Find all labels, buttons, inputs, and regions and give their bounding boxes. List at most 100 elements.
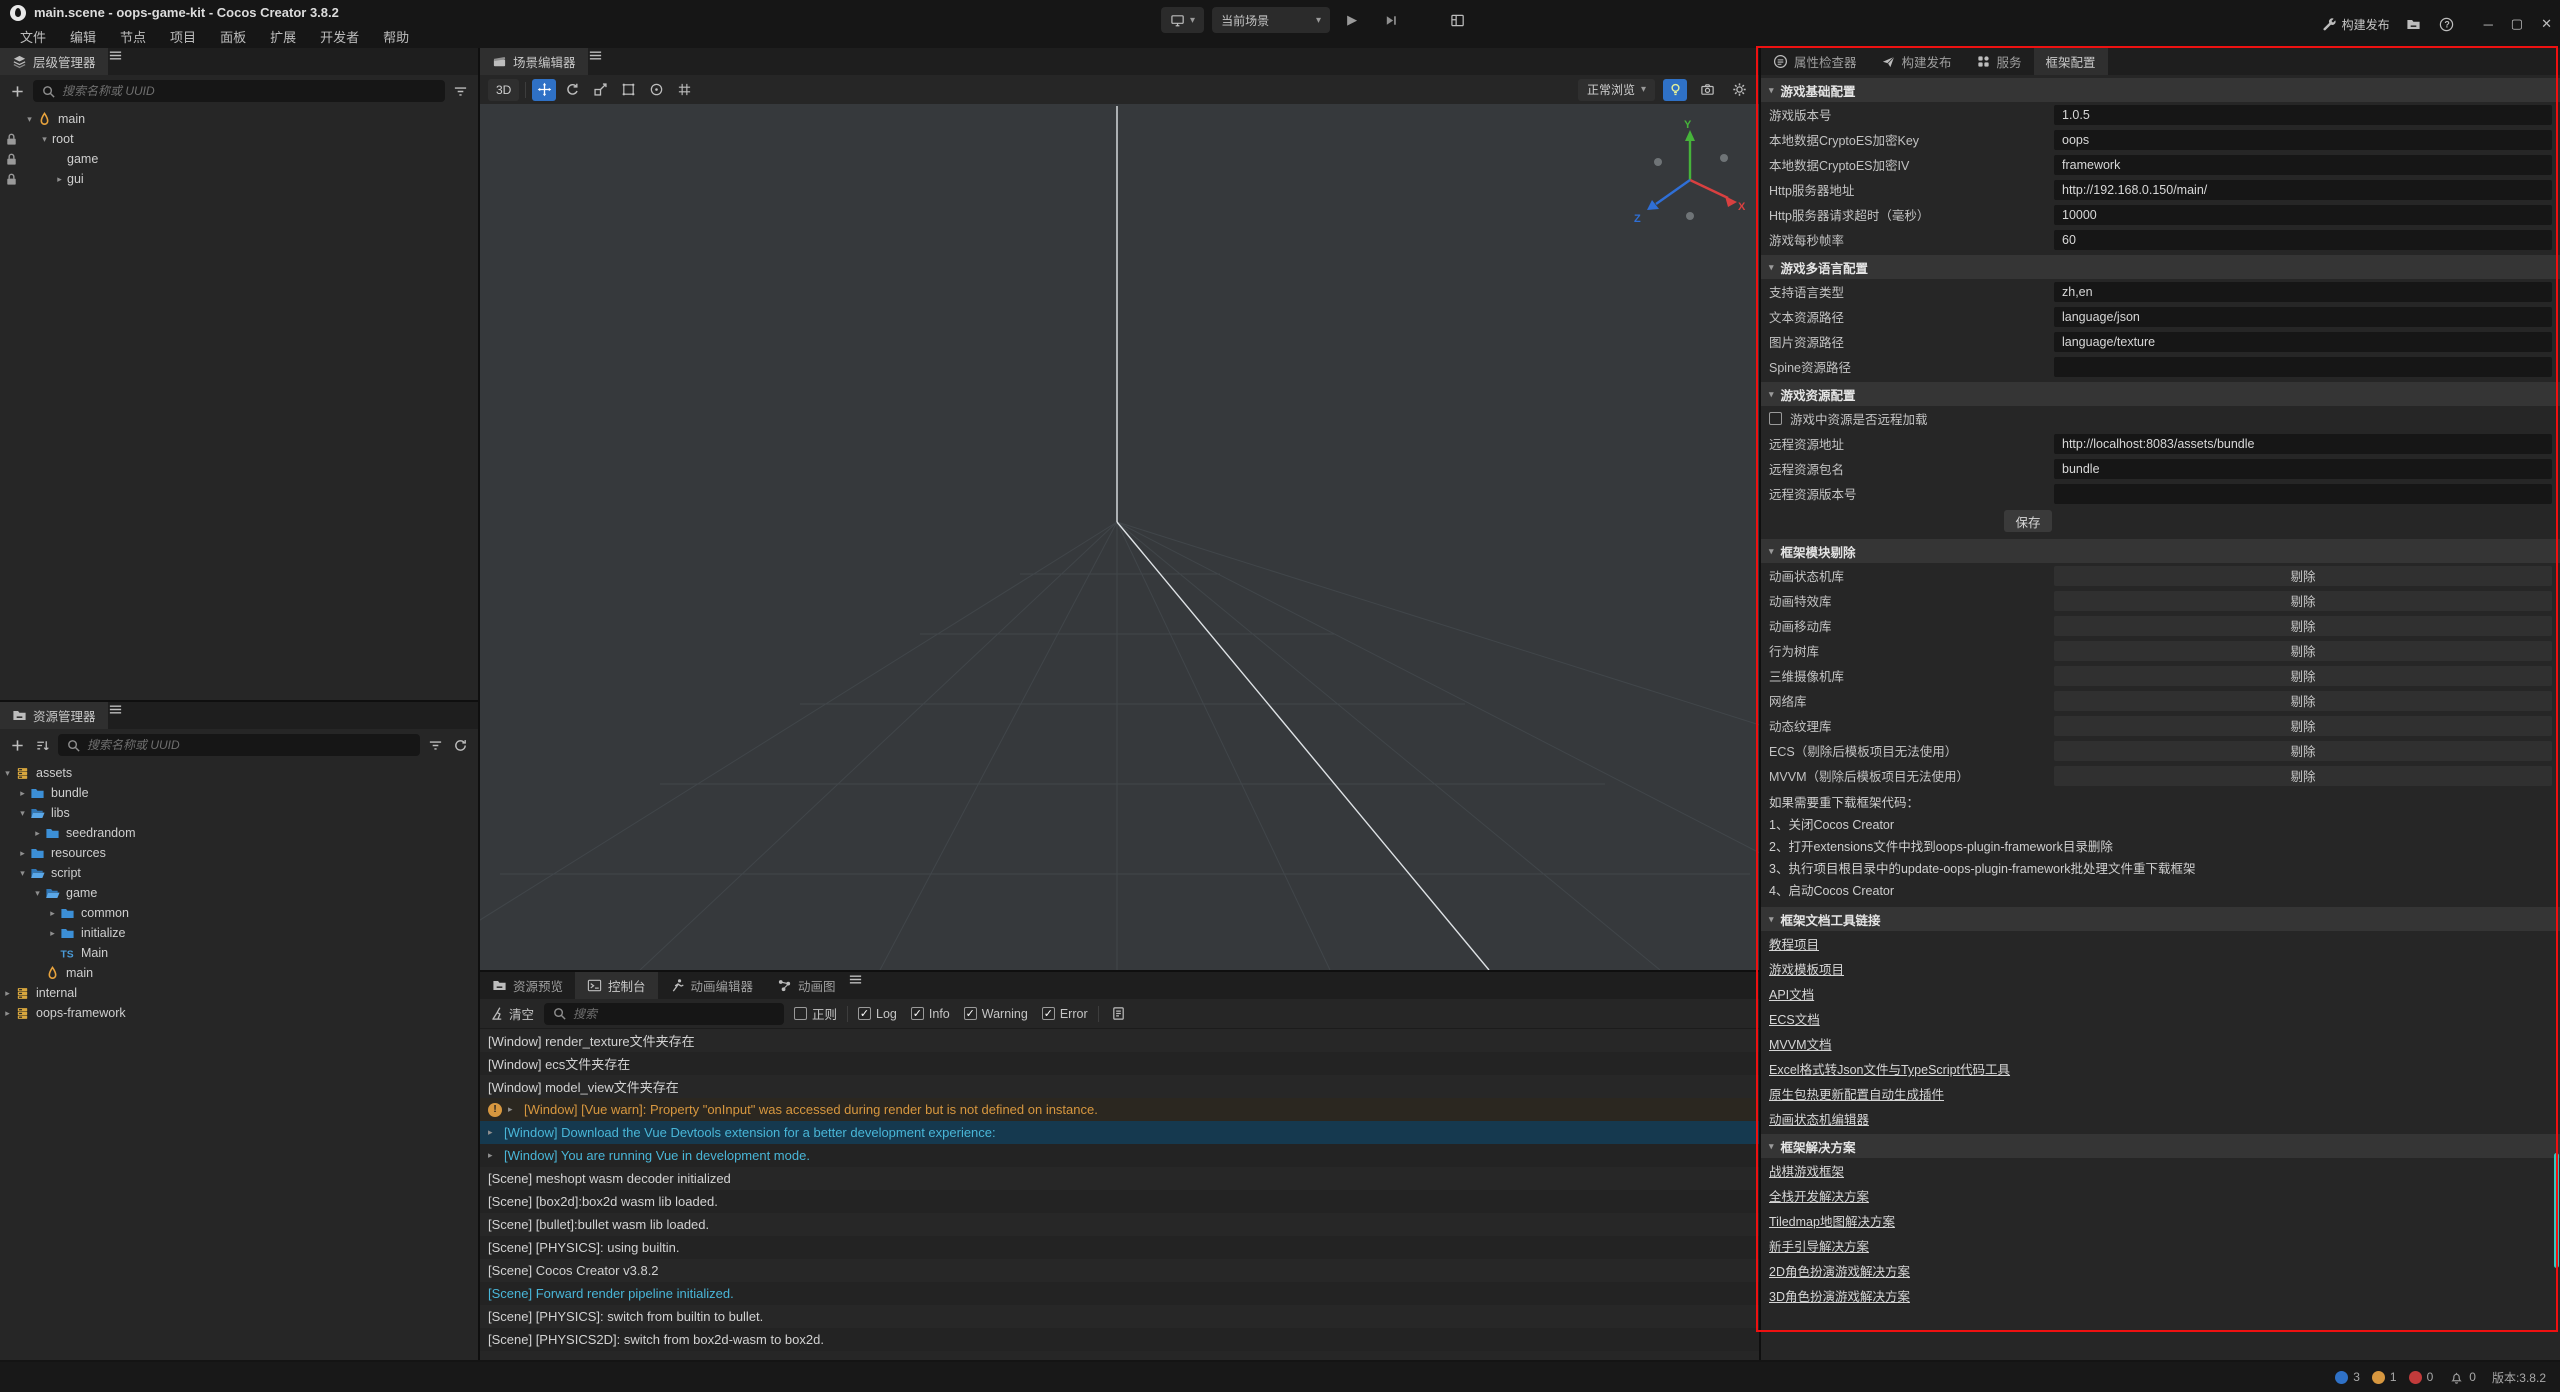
- chevron-right-icon[interactable]: ▸: [0, 988, 15, 999]
- scene-settings-icon[interactable]: [1727, 79, 1751, 101]
- menu-4[interactable]: 项目: [160, 25, 206, 48]
- warning-count[interactable]: 1: [2372, 1370, 2397, 1384]
- rect-tool-button[interactable]: [616, 79, 640, 101]
- chevron-down-icon[interactable]: ▾: [15, 868, 30, 879]
- create-node-button[interactable]: [8, 82, 27, 101]
- chevron-right-icon[interactable]: ▸: [15, 848, 30, 859]
- snap-tool-button[interactable]: [672, 79, 696, 101]
- asset-node-oops-framework[interactable]: ▸oops-framework: [0, 1003, 478, 1023]
- remove-module-button[interactable]: 剔除: [2054, 741, 2552, 761]
- field-input-0-5[interactable]: [2054, 230, 2552, 250]
- regex-checkbox[interactable]: 正则: [794, 1004, 837, 1023]
- rotate-tool-button[interactable]: [560, 79, 584, 101]
- pivot-tool-button[interactable]: [644, 79, 668, 101]
- chevron-down-icon[interactable]: ▾: [0, 768, 15, 779]
- console-search[interactable]: [544, 1003, 784, 1025]
- filter-error-checkbox[interactable]: Error: [1042, 1007, 1088, 1021]
- tab-资源预览[interactable]: 资源预览: [480, 972, 575, 999]
- sort-assets-button[interactable]: [33, 736, 52, 755]
- field-input-1-1[interactable]: [2054, 307, 2552, 327]
- asset-node-script[interactable]: ▾script: [0, 863, 478, 883]
- section-header-5[interactable]: ▾框架文档工具链接: [1761, 907, 2560, 931]
- log-row-5[interactable]: ▸[Window] Download the Vue Devtools exte…: [480, 1121, 1759, 1144]
- log-row-10[interactable]: [Scene] [PHYSICS]: using builtin.: [480, 1236, 1759, 1259]
- project-folder-icon[interactable]: [2404, 15, 2423, 34]
- tab-服务[interactable]: 服务: [1964, 48, 2034, 75]
- chevron-right-icon[interactable]: ▸: [45, 928, 60, 939]
- tab-属性检查器[interactable]: 属性检查器: [1761, 48, 1869, 75]
- remove-module-button[interactable]: 剔除: [2054, 691, 2552, 711]
- orientation-gizmo[interactable]: Y X Z: [1630, 118, 1750, 238]
- link-原生包热更新配置自动生成插件[interactable]: 原生包热更新配置自动生成插件: [1769, 1084, 1944, 1103]
- menu-2[interactable]: 编辑: [60, 25, 106, 48]
- hierarchy-search-input[interactable]: [62, 84, 437, 98]
- field-input-0-4[interactable]: [2054, 205, 2552, 225]
- section-header-3[interactable]: ▾游戏资源配置: [1761, 382, 2560, 406]
- remove-module-button[interactable]: 剔除: [2054, 666, 2552, 686]
- field-input-1-2[interactable]: [2054, 332, 2552, 352]
- remove-module-button[interactable]: 剔除: [2054, 716, 2552, 736]
- hierarchy-node-gui[interactable]: ▸gui: [0, 169, 478, 189]
- log-row-9[interactable]: [Scene] [bullet]:bullet wasm lib loaded.: [480, 1213, 1759, 1236]
- menu-6[interactable]: 扩展: [260, 25, 306, 48]
- view-mode-dropdown[interactable]: 正常浏览▾: [1578, 79, 1655, 101]
- field-input-1-3[interactable]: [2054, 357, 2552, 377]
- play-button[interactable]: ▶: [1338, 7, 1366, 33]
- asset-node-common[interactable]: ▸common: [0, 903, 478, 923]
- save-button[interactable]: 保存: [2004, 510, 2052, 532]
- log-row-6[interactable]: ▸[Window] You are running Vue in develop…: [480, 1144, 1759, 1167]
- field-input-1-0[interactable]: [2054, 282, 2552, 302]
- field-input-0-0[interactable]: [2054, 105, 2552, 125]
- section-header-4[interactable]: ▾框架模块剔除: [1761, 539, 2560, 563]
- clear-console-button[interactable]: 清空: [490, 1004, 534, 1023]
- menu-3[interactable]: 节点: [110, 25, 156, 48]
- field-input-2-2[interactable]: [2054, 484, 2552, 504]
- scene-viewport[interactable]: Y X Z: [480, 104, 1759, 970]
- link-3D角色扮演游戏解决方案[interactable]: 3D角色扮演游戏解决方案: [1769, 1286, 1910, 1305]
- remove-module-button[interactable]: 剔除: [2054, 641, 2552, 661]
- log-row-11[interactable]: [Scene] Cocos Creator v3.8.2: [480, 1259, 1759, 1282]
- scene-camera-icon[interactable]: [1695, 79, 1719, 101]
- link-游戏模板项目[interactable]: 游戏模板项目: [1769, 959, 1844, 978]
- log-row-3[interactable]: [Window] model_view文件夹存在: [480, 1075, 1759, 1098]
- link-全栈开发解决方案[interactable]: 全栈开发解决方案: [1769, 1186, 1869, 1205]
- remote-load-checkbox[interactable]: 游戏中资源是否远程加载: [1761, 406, 2560, 431]
- asset-node-libs[interactable]: ▾libs: [0, 803, 478, 823]
- filter-info-checkbox[interactable]: Info: [911, 1007, 950, 1021]
- log-row-7[interactable]: [Scene] meshopt wasm decoder initialized: [480, 1167, 1759, 1190]
- log-row-8[interactable]: [Scene] [box2d]:box2d wasm lib loaded.: [480, 1190, 1759, 1213]
- section-header-1[interactable]: ▾游戏基础配置: [1761, 78, 2560, 102]
- hierarchy-filter-icon[interactable]: [451, 82, 470, 101]
- section-header-6[interactable]: ▾框架解决方案: [1761, 1134, 2560, 1158]
- log-row-12[interactable]: [Scene] Forward render pipeline initiali…: [480, 1282, 1759, 1305]
- create-asset-button[interactable]: [8, 736, 27, 755]
- section-header-2[interactable]: ▾游戏多语言配置: [1761, 255, 2560, 279]
- link-新手引导解决方案[interactable]: 新手引导解决方案: [1769, 1236, 1869, 1255]
- field-input-0-3[interactable]: [2054, 180, 2552, 200]
- link-教程项目[interactable]: 教程项目: [1769, 934, 1819, 953]
- asset-node-bundle[interactable]: ▸bundle: [0, 783, 478, 803]
- link-动画状态机编辑器[interactable]: 动画状态机编辑器: [1769, 1109, 1869, 1128]
- layout-button[interactable]: [1441, 7, 1474, 33]
- scene-select-dropdown[interactable]: 当前场景▾: [1212, 7, 1330, 33]
- chevron-down-icon[interactable]: ▾: [22, 114, 37, 125]
- preview-target-dropdown[interactable]: ▾: [1161, 7, 1204, 33]
- scrollbar-thumb[interactable]: [2554, 1153, 2559, 1268]
- menu-8[interactable]: 帮助: [373, 25, 419, 48]
- link-战棋游戏框架[interactable]: 战棋游戏框架: [1769, 1161, 1844, 1180]
- minimize-button[interactable]: ─: [2484, 17, 2493, 32]
- tab-assets[interactable]: 资源管理器: [0, 702, 108, 729]
- refresh-assets-button[interactable]: [451, 736, 470, 755]
- asset-node-initialize[interactable]: ▸initialize: [0, 923, 478, 943]
- maximize-button[interactable]: ▢: [2511, 16, 2523, 32]
- scale-tool-button[interactable]: [588, 79, 612, 101]
- scene-light-toggle[interactable]: [1663, 79, 1687, 101]
- menu-5[interactable]: 面板: [210, 25, 256, 48]
- expand-log-icon[interactable]: ▸: [508, 1104, 524, 1115]
- menu-7[interactable]: 开发者: [310, 25, 369, 48]
- chevron-down-icon[interactable]: ▾: [15, 808, 30, 819]
- log-file-icon[interactable]: [1109, 1004, 1128, 1023]
- chevron-right-icon[interactable]: ▸: [45, 908, 60, 919]
- asset-node-internal[interactable]: ▸internal: [0, 983, 478, 1003]
- log-count[interactable]: 3: [2335, 1370, 2360, 1384]
